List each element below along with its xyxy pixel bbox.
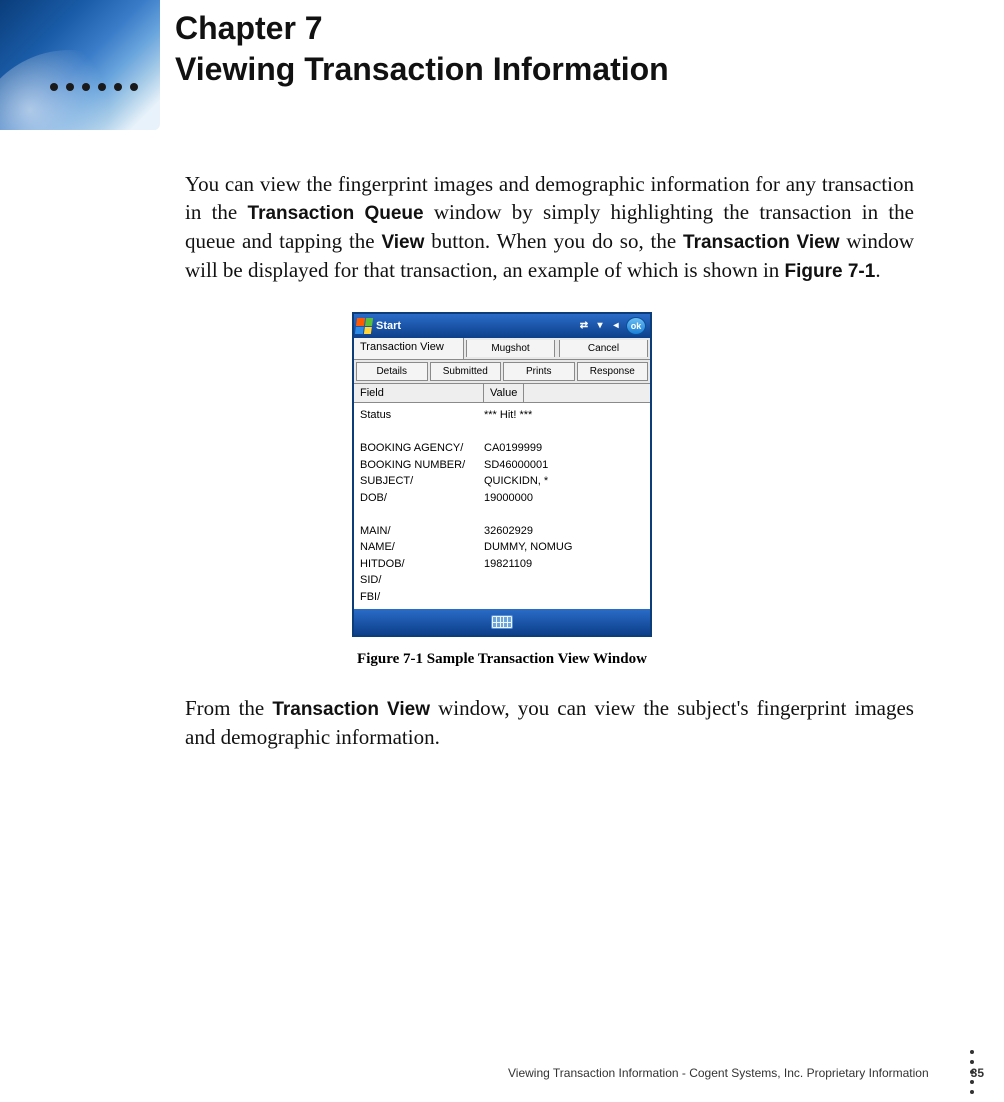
- cancel-button[interactable]: Cancel: [559, 340, 648, 357]
- text: From the: [185, 696, 272, 720]
- field-value: QUICKIDN, *: [484, 473, 644, 490]
- bold-text: Transaction View: [683, 232, 839, 253]
- start-label[interactable]: Start: [376, 320, 401, 332]
- field-row: BOOKING NUMBER/SD46000001: [360, 457, 644, 474]
- chapter-number: Chapter 7: [175, 10, 669, 47]
- mugshot-button[interactable]: Mugshot: [466, 340, 555, 357]
- field-value: DUMMY, NOMUG: [484, 539, 644, 556]
- field-value: *** Hit! ***: [484, 407, 644, 424]
- footer-text: Viewing Transaction Information - Cogent…: [508, 1066, 929, 1080]
- windows-logo-icon: [355, 318, 373, 334]
- field-value: 32602929: [484, 523, 644, 540]
- page-footer: Viewing Transaction Information - Cogent…: [0, 1066, 992, 1080]
- bold-text: Figure 7-1: [785, 261, 876, 282]
- column-header-field: Field: [354, 384, 484, 402]
- connectivity-icon: ⇄: [578, 320, 590, 332]
- bold-text: Transaction View: [272, 699, 430, 720]
- field-row: HITDOB/19821109: [360, 556, 644, 573]
- field-key: SID/: [360, 572, 484, 589]
- field-value: 19000000: [484, 490, 644, 507]
- window-title: Transaction View: [354, 338, 464, 359]
- field-key: Status: [360, 407, 484, 424]
- field-value: SD46000001: [484, 457, 644, 474]
- field-row: [360, 506, 644, 523]
- field-value: [484, 572, 644, 589]
- text: .: [875, 258, 880, 282]
- text: button. When you do so, the: [424, 229, 683, 253]
- fields-list: Status*** Hit! *** BOOKING AGENCY/CA0199…: [354, 403, 650, 609]
- field-value: CA0199999: [484, 440, 644, 457]
- device-screenshot: Start ⇄ ▾ ◂ ok Transaction View Mugshot …: [352, 312, 652, 637]
- field-key: DOB/: [360, 490, 484, 507]
- volume-icon: ◂: [610, 320, 622, 332]
- decorative-vertical-dots: [970, 1050, 974, 1094]
- figure-caption: Figure 7-1 Sample Transaction View Windo…: [357, 651, 647, 668]
- field-value: [484, 589, 644, 606]
- column-header-value: Value: [484, 384, 524, 402]
- field-row: FBI/: [360, 589, 644, 606]
- bold-text: Transaction Queue: [248, 203, 424, 224]
- decorative-wave-image: [0, 0, 160, 130]
- field-row: DOB/19000000: [360, 490, 644, 507]
- field-key: BOOKING NUMBER/: [360, 457, 484, 474]
- field-row: [360, 424, 644, 441]
- paragraph-2: From the Transaction View window, you ca…: [185, 694, 914, 751]
- field-key: FBI/: [360, 589, 484, 606]
- tab-response[interactable]: Response: [577, 362, 649, 381]
- decorative-dots: [50, 83, 138, 91]
- title-bar: Start ⇄ ▾ ◂ ok: [354, 314, 650, 338]
- field-row: BOOKING AGENCY/CA0199999: [360, 440, 644, 457]
- field-row: MAIN/32602929: [360, 523, 644, 540]
- field-value: 19821109: [484, 556, 644, 573]
- bold-text: View: [381, 232, 424, 253]
- tab-details[interactable]: Details: [356, 362, 428, 381]
- field-key: BOOKING AGENCY/: [360, 440, 484, 457]
- field-row: SUBJECT/QUICKIDN, *: [360, 473, 644, 490]
- field-key: MAIN/: [360, 523, 484, 540]
- chapter-title: Viewing Transaction Information: [175, 51, 669, 88]
- field-row: Status*** Hit! ***: [360, 407, 644, 424]
- signal-icon: ▾: [594, 320, 606, 332]
- tab-prints[interactable]: Prints: [503, 362, 575, 381]
- paragraph-1: You can view the fingerprint images and …: [185, 170, 914, 284]
- field-row: SID/: [360, 572, 644, 589]
- field-key: SUBJECT/: [360, 473, 484, 490]
- bottom-bar: [354, 609, 650, 635]
- keyboard-icon[interactable]: [491, 615, 513, 629]
- field-key: NAME/: [360, 539, 484, 556]
- field-key: HITDOB/: [360, 556, 484, 573]
- tab-submitted[interactable]: Submitted: [430, 362, 502, 381]
- field-row: NAME/DUMMY, NOMUG: [360, 539, 644, 556]
- ok-button[interactable]: ok: [626, 317, 646, 335]
